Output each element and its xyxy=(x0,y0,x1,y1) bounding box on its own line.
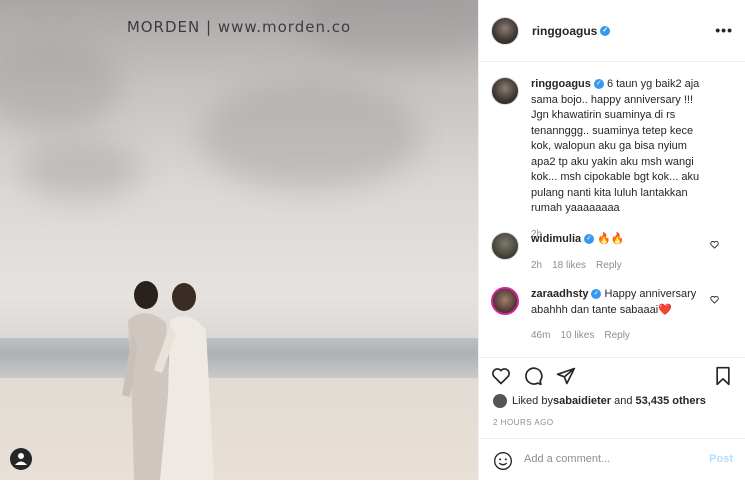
cloud xyxy=(20,140,140,200)
cloud xyxy=(200,80,420,190)
avatar[interactable] xyxy=(491,16,519,45)
comment-list: ringgoagus ✓ 6 taun yg baik2 aja sama boj… xyxy=(479,62,745,357)
likes-summary[interactable]: Liked by sabaidieter and 53,435 others xyxy=(493,394,706,408)
verified-icon: ✓ xyxy=(593,79,604,90)
verified-icon: ✓ xyxy=(584,234,595,245)
cloud xyxy=(0,40,120,130)
couple-figure xyxy=(122,281,214,480)
comment-likes[interactable]: 18 likes xyxy=(552,260,586,271)
user-tags-button[interactable] xyxy=(10,448,32,470)
comment-text: 6 taun yg baik2 aja sama bojo.. happy an… xyxy=(531,78,700,214)
photo-watermark: MORDEN | www.morden.co xyxy=(126,18,352,36)
comment-time[interactable]: 46m xyxy=(531,330,550,341)
username[interactable]: ringgoagus ✓ xyxy=(532,24,611,38)
comment-username[interactable]: ringgoagus xyxy=(531,78,591,90)
liker-avatar xyxy=(493,394,507,408)
post-timestamp[interactable]: 2 HOURS AGO xyxy=(493,418,554,427)
likes-mid: and xyxy=(611,395,636,407)
comment-text: 🔥🔥 xyxy=(597,233,625,245)
emoji-icon[interactable] xyxy=(493,451,513,471)
avatar[interactable] xyxy=(491,232,519,260)
likes-count[interactable]: 53,435 others xyxy=(636,395,706,407)
liker-username[interactable]: sabaidieter xyxy=(553,395,611,407)
comment-time[interactable]: 2h xyxy=(531,260,542,271)
post-sidebar: ringgoagus ✓ ••• ringgoagus ✓ 6 taun yg ba… xyxy=(478,0,745,480)
avatar[interactable] xyxy=(491,287,519,315)
heart-icon[interactable] xyxy=(710,240,719,249)
comment-icon[interactable] xyxy=(523,366,544,386)
comment-likes[interactable]: 10 likes xyxy=(560,330,594,341)
add-comment-bar: Add a comment... Post xyxy=(479,438,745,481)
comment-input[interactable]: Add a comment... xyxy=(524,453,610,465)
heart-icon[interactable] xyxy=(710,295,719,304)
verified-icon: ✓ xyxy=(600,26,611,37)
verified-icon: ✓ xyxy=(591,289,602,300)
reply-button[interactable]: Reply xyxy=(596,260,622,271)
reply-button[interactable]: Reply xyxy=(604,330,630,341)
likes-prefix: Liked by xyxy=(512,395,553,407)
post-button[interactable]: Post xyxy=(709,453,733,465)
post-photo[interactable]: MORDEN | www.morden.co xyxy=(0,0,478,480)
comment-username[interactable]: zaraadhsty xyxy=(531,288,588,300)
like-icon[interactable] xyxy=(491,366,511,386)
avatar[interactable] xyxy=(491,77,519,105)
post-header: ringgoagus ✓ ••• xyxy=(479,0,745,62)
post-actions: Liked by sabaidieter and 53,435 others 2… xyxy=(479,357,745,427)
bookmark-icon[interactable] xyxy=(713,366,733,386)
share-icon[interactable] xyxy=(556,366,576,386)
more-options-button[interactable]: ••• xyxy=(715,22,733,38)
person-icon xyxy=(15,453,27,465)
comment-username[interactable]: widimulia xyxy=(531,233,581,245)
